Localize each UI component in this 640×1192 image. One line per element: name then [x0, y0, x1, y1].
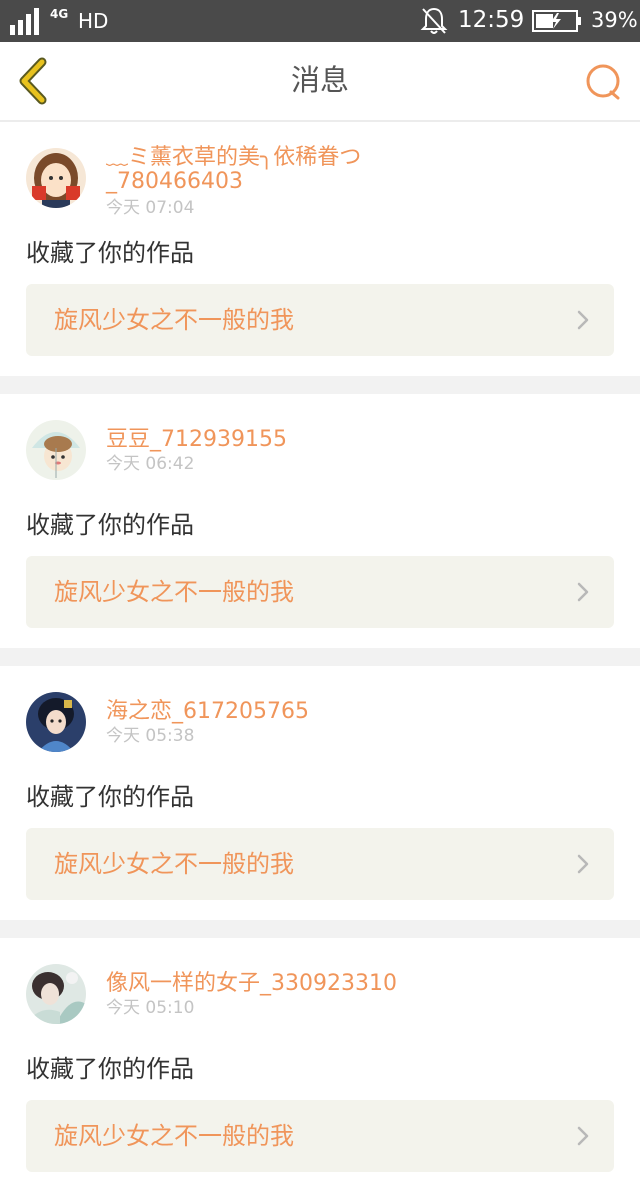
divider	[0, 648, 640, 666]
divider	[0, 920, 640, 938]
status-bar: 4G HD 12:59 39%	[0, 0, 640, 42]
hd-indicator: HD	[78, 9, 109, 33]
work-link[interactable]: 旋风少女之不一般的我	[26, 556, 614, 628]
work-title: 旋风少女之不一般的我	[54, 1122, 294, 1150]
page-title: 消息	[290, 63, 349, 97]
status-time: 12:59	[458, 7, 525, 33]
battery-charging-icon	[532, 10, 581, 32]
work-title: 旋风少女之不一般的我	[54, 850, 294, 878]
search-icon[interactable]	[584, 62, 624, 102]
battery-percent: 39%	[591, 8, 638, 32]
message-item: ﹏ミ薰衣草的美╮依稀眷つ_780466403 今天 07:04 收藏了你的作品 …	[0, 122, 640, 376]
chevron-right-icon	[577, 582, 589, 602]
header: 消息	[0, 42, 640, 122]
message-item: 像风一样的女子_330923310 今天 05:10 收藏了你的作品 旋风少女之…	[0, 938, 640, 1192]
message-text: 收藏了你的作品	[26, 783, 194, 811]
work-link[interactable]: 旋风少女之不一般的我	[26, 828, 614, 900]
network-type: 4G	[50, 7, 69, 21]
work-title: 旋风少女之不一般的我	[54, 306, 294, 334]
message-time: 今天 05:10	[106, 998, 195, 1018]
user-name[interactable]: 豆豆_712939155	[106, 428, 426, 452]
message-time: 今天 05:38	[106, 726, 195, 746]
chevron-right-icon	[577, 1126, 589, 1146]
signal-strength-icon	[10, 8, 39, 35]
message-text: 收藏了你的作品	[26, 511, 194, 539]
work-title: 旋风少女之不一般的我	[54, 578, 294, 606]
chevron-right-icon	[577, 310, 589, 330]
message-item: 海之恋_617205765 今天 05:38 收藏了你的作品 旋风少女之不一般的…	[0, 666, 640, 920]
avatar[interactable]	[26, 692, 86, 752]
work-link[interactable]: 旋风少女之不一般的我	[26, 284, 614, 356]
message-item: 豆豆_712939155 今天 06:42 收藏了你的作品 旋风少女之不一般的我	[0, 394, 640, 648]
work-link[interactable]: 旋风少女之不一般的我	[26, 1100, 614, 1172]
user-name[interactable]: 像风一样的女子_330923310	[106, 972, 426, 996]
avatar[interactable]	[26, 148, 86, 208]
divider	[0, 376, 640, 394]
chevron-right-icon	[577, 854, 589, 874]
message-list: ﹏ミ薰衣草的美╮依稀眷つ_780466403 今天 07:04 收藏了你的作品 …	[0, 122, 640, 1192]
message-text: 收藏了你的作品	[26, 239, 194, 267]
message-time: 今天 07:04	[106, 198, 195, 218]
avatar[interactable]	[26, 964, 86, 1024]
user-name[interactable]: 海之恋_617205765	[106, 700, 426, 724]
message-text: 收藏了你的作品	[26, 1055, 194, 1083]
message-time: 今天 06:42	[106, 454, 195, 474]
avatar[interactable]	[26, 420, 86, 480]
user-name[interactable]: ﹏ミ薰衣草的美╮依稀眷つ_780466403	[106, 146, 426, 194]
alarm-off-icon	[420, 7, 448, 34]
